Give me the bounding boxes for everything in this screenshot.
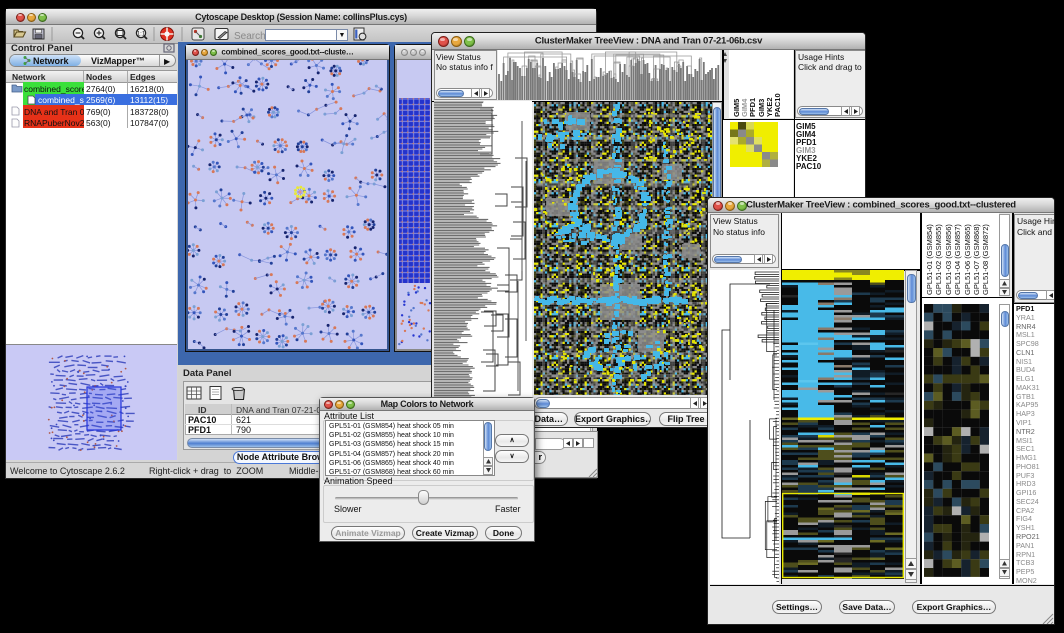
svg-text:1:1: 1:1 bbox=[137, 32, 146, 38]
